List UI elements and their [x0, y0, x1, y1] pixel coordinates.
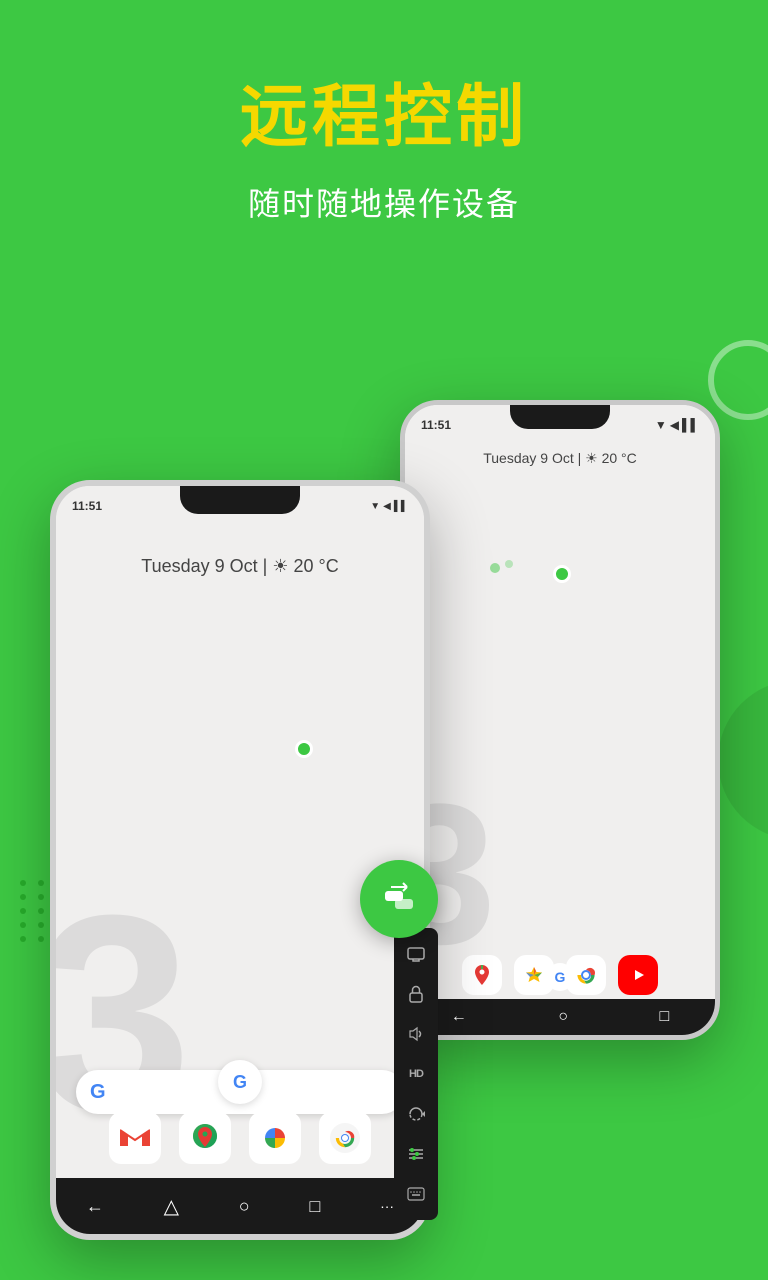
title-area: 远程控制 随时随地操作设备 [0, 0, 768, 225]
phone-back-screen: 11:51 ▼ ◀ ▌▌ Tuesday 9 Oct | ☀ 20 °C 3 [405, 405, 715, 1035]
front-home-nav-icon[interactable]: △ [164, 1194, 179, 1219]
google-g-logo: G [90, 1081, 106, 1104]
phone-back-status-icons: ▼ ◀ ▌▌ [655, 418, 699, 432]
google-assistant-front[interactable]: G [218, 1060, 262, 1104]
phone-front-side-button-right [426, 626, 430, 676]
toolbar-item-rotate[interactable] [398, 1096, 434, 1132]
app-icon-maps-front[interactable] [179, 1112, 231, 1164]
toolbar-panel: HD [394, 928, 438, 1220]
front-back-nav-icon[interactable]: ← [86, 1196, 104, 1217]
google-assistant-back[interactable]: G [546, 963, 574, 991]
toolbar-item-keyboard[interactable] [398, 1176, 434, 1212]
front-menu-nav-icon[interactable]: □ [309, 1196, 320, 1217]
toolbar-item-volume[interactable] [398, 1016, 434, 1052]
toolbar-item-settings[interactable] [398, 1136, 434, 1172]
switch-icon [381, 881, 417, 917]
phone-front-status-icons: ▼ ◀ ▌▌ [370, 501, 408, 512]
phones-area: 11:51 ▼ ◀ ▌▌ Tuesday 9 Oct | ☀ 20 °C 3 [0, 340, 768, 1240]
green-dot-front [295, 740, 313, 758]
phone-back-notch [510, 405, 610, 429]
phone-back: 11:51 ▼ ◀ ▌▌ Tuesday 9 Oct | ☀ 20 °C 3 [400, 400, 720, 1040]
back-nav-icon[interactable]: ← [451, 1008, 467, 1026]
recent-nav-icon[interactable]: □ [660, 1008, 670, 1026]
app-icon-photos-front[interactable] [249, 1112, 301, 1164]
dot-small-1 [490, 563, 500, 573]
floating-toolbar: HD [360, 860, 438, 1220]
phone-back-side-button [717, 545, 720, 595]
toolbar-handle[interactable] [360, 860, 438, 938]
front-recent-nav-icon[interactable]: ○ [239, 1196, 250, 1217]
phone-front-time: 11:51 [72, 499, 102, 513]
main-title: 远程控制 [0, 80, 768, 155]
dot-small-2 [505, 560, 513, 568]
green-dot-back [553, 565, 571, 583]
home-nav-icon[interactable]: ○ [558, 1008, 568, 1026]
phone-back-nav-bar: ← ○ □ [405, 999, 715, 1035]
phone-front-date-weather: Tuesday 9 Oct | ☀ 20 °C [56, 556, 424, 577]
toolbar-item-lock[interactable] [398, 976, 434, 1012]
phone-front-notch [180, 486, 300, 514]
toolbar-item-hd[interactable]: HD [398, 1056, 434, 1092]
page-container: 远程控制 随时随地操作设备 11:51 ▼ ◀ ▌▌ Tuesday 9 Oct… [0, 0, 768, 1280]
phone-front-side-button-vol-down [50, 656, 54, 696]
app-icon-youtube-back[interactable] [618, 955, 658, 995]
sub-title: 随时随地操作设备 [0, 179, 768, 225]
phone-front-side-button-vol-up [50, 606, 54, 646]
phone-back-date-weather: Tuesday 9 Oct | ☀ 20 °C [405, 450, 715, 467]
toolbar-item-screen[interactable] [398, 936, 434, 972]
app-icon-gmail[interactable] [109, 1112, 161, 1164]
phone-back-time: 11:51 [421, 418, 451, 432]
app-icon-maps-back[interactable] [462, 955, 502, 995]
